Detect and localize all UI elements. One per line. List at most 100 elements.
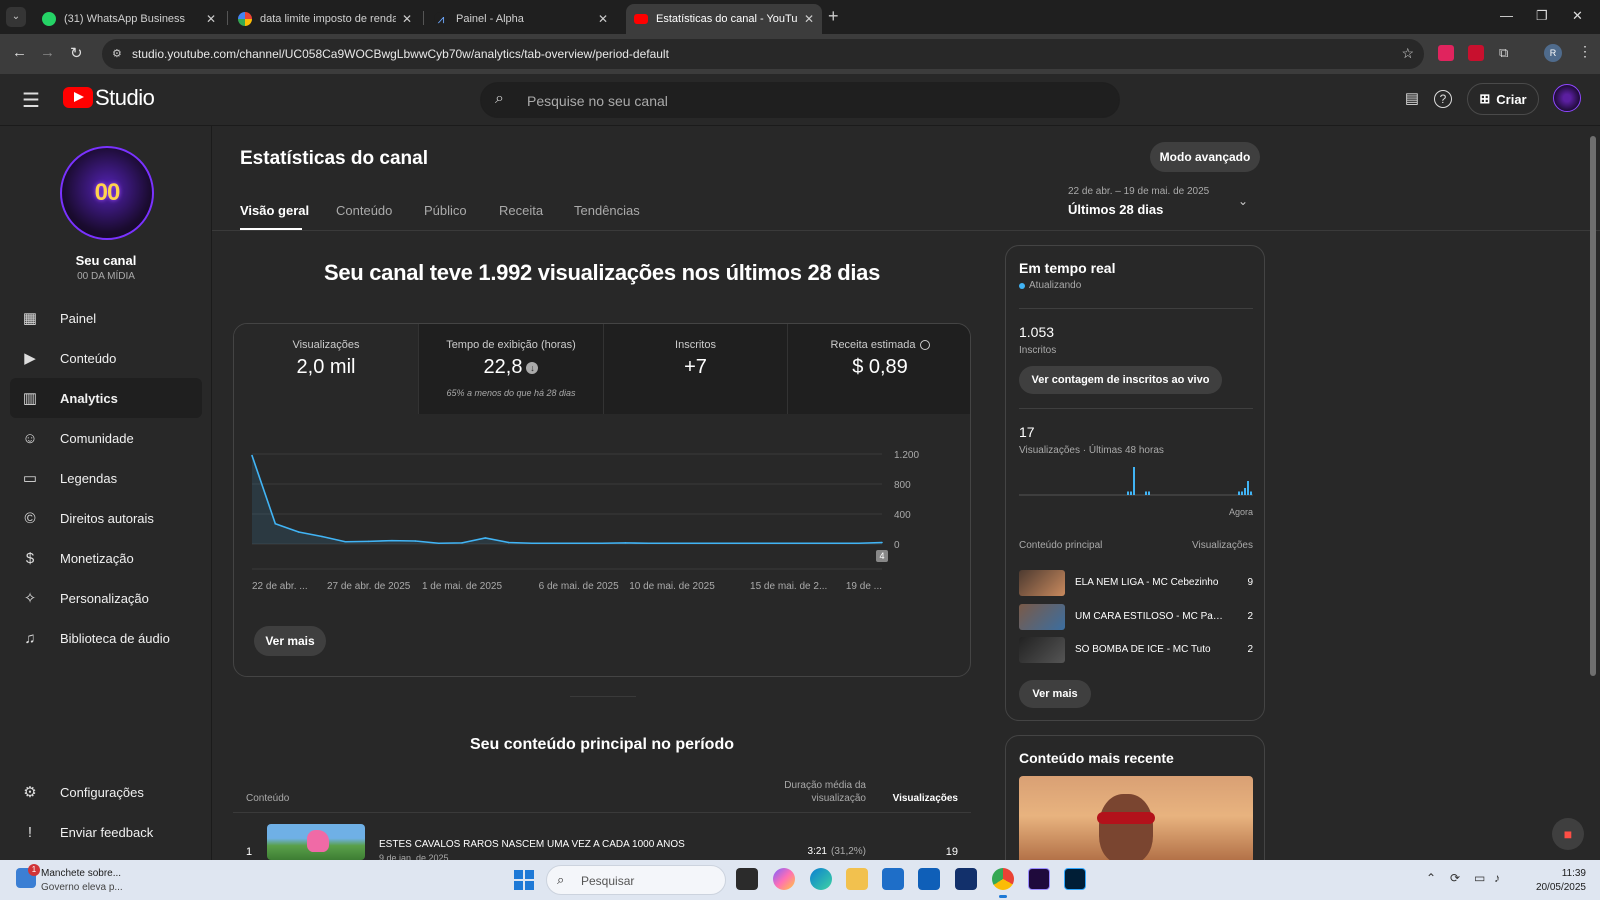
scrollbar-thumb[interactable] bbox=[1590, 136, 1596, 676]
video-title[interactable]: ESTES CAVALOS RAROS NASCEM UMA VEZ A CAD… bbox=[379, 839, 685, 850]
sidebar-item-conteudo[interactable]: ▶ Conteúdo bbox=[10, 338, 202, 378]
column-header-duration[interactable]: Duração média da visualização bbox=[752, 779, 866, 805]
file-explorer-icon[interactable] bbox=[846, 868, 868, 890]
search-icon: ⌕ bbox=[495, 90, 504, 107]
account-avatar[interactable] bbox=[1553, 84, 1581, 112]
page-scrollbar[interactable] bbox=[1590, 130, 1596, 858]
date-range-text[interactable]: 22 de abr. – 19 de mai. de 2025 bbox=[1068, 186, 1209, 197]
video-thumbnail[interactable] bbox=[267, 824, 365, 860]
reload-icon[interactable]: ↻ bbox=[70, 44, 83, 62]
overview-stats-card: Visualizações 2,0 mil Tempo de exibição … bbox=[233, 323, 971, 677]
profile-avatar[interactable]: R bbox=[1544, 44, 1562, 62]
back-icon[interactable]: ← bbox=[12, 44, 27, 61]
tray-chevron-icon[interactable]: ⌃ bbox=[1426, 871, 1436, 885]
news-subheadline[interactable]: Governo eleva p... bbox=[41, 882, 123, 893]
copilot-icon[interactable] bbox=[773, 868, 795, 890]
sidebar-item-painel[interactable]: ▦ Painel bbox=[10, 298, 202, 338]
taskbar-search[interactable]: ⌕ Pesquisar bbox=[546, 865, 726, 895]
extensions-puzzle-icon[interactable]: ⧉ bbox=[1499, 45, 1515, 61]
dollar-icon: $ bbox=[25, 549, 35, 567]
advanced-mode-button[interactable]: Modo avançado bbox=[1150, 142, 1260, 172]
outlook-icon[interactable] bbox=[918, 868, 940, 890]
browser-tab-whatsapp[interactable]: (31) WhatsApp Business ✕ bbox=[34, 4, 224, 34]
divider bbox=[1019, 408, 1253, 409]
sidebar-item-label: Painel bbox=[60, 310, 97, 326]
sync-icon[interactable]: ⟳ bbox=[1450, 871, 1460, 885]
tab-conteudo[interactable]: Conteúdo bbox=[336, 203, 392, 218]
news-headline[interactable]: Manchete sobre... bbox=[41, 868, 121, 879]
sidebar-item-configuracoes[interactable]: ⚙ Configurações bbox=[10, 772, 202, 812]
metric-views[interactable]: Visualizações 2,0 mil bbox=[234, 324, 419, 414]
realtime-list-item[interactable]: UM CARA ESTILOSO - MC Paiva 2 bbox=[1019, 604, 1253, 630]
sidebar-item-direitos-autorais[interactable]: © Direitos autorais bbox=[10, 498, 202, 538]
chrome-icon[interactable] bbox=[992, 868, 1014, 898]
chevron-down-icon[interactable]: ⌄ bbox=[1238, 194, 1248, 208]
extension-red-icon[interactable] bbox=[1438, 45, 1454, 61]
youtube-logo-icon[interactable] bbox=[63, 87, 93, 108]
volume-icon[interactable]: ♪ bbox=[1494, 871, 1500, 885]
browser-tab-google[interactable]: data limite imposto de renda 2025 ✕ bbox=[230, 4, 420, 34]
channel-avatar[interactable]: 00 bbox=[60, 146, 154, 240]
windows-start-icon[interactable] bbox=[514, 870, 534, 890]
address-bar[interactable]: ⚙ studio.youtube.com/channel/UC058Ca9WOC… bbox=[102, 39, 1424, 69]
studio-logo-text[interactable]: Studio bbox=[95, 85, 155, 111]
new-tab-button[interactable]: + bbox=[828, 6, 839, 27]
realtime-list-item[interactable]: SÓ BOMBA DE ICE - MC Tuto 2 bbox=[1019, 637, 1253, 663]
date-period-selector[interactable]: Últimos 28 dias bbox=[1068, 202, 1163, 217]
close-tab-icon[interactable]: ✕ bbox=[206, 12, 216, 26]
sidebar-item-comunidade[interactable]: ☺ Comunidade bbox=[10, 418, 202, 458]
realtime-see-more-button[interactable]: Ver mais bbox=[1019, 680, 1091, 708]
system-clock[interactable]: 11:39 20/05/2025 bbox=[1524, 867, 1586, 895]
store-icon[interactable] bbox=[882, 868, 904, 890]
close-window-icon[interactable]: ✕ bbox=[1572, 8, 1583, 24]
help-icon[interactable]: ? bbox=[1434, 90, 1452, 108]
metric-revenue[interactable]: Receita estimada $ 0,89 bbox=[788, 324, 970, 414]
sidebar-item-monetizacao[interactable]: $ Monetização bbox=[10, 538, 202, 578]
extension-bookmark-icon[interactable] bbox=[1468, 45, 1484, 61]
hamburger-menu-icon[interactable]: ☰ bbox=[22, 88, 40, 113]
bookmark-star-icon[interactable]: ☆ bbox=[1401, 45, 1414, 62]
metric-subscribers[interactable]: Inscritos +7 bbox=[604, 324, 788, 414]
tab-publico[interactable]: Público bbox=[424, 203, 467, 218]
close-tab-icon[interactable]: ✕ bbox=[598, 12, 608, 26]
headline: Seu canal teve 1.992 visualizações nos ú… bbox=[323, 260, 881, 285]
youtube-icon bbox=[634, 14, 648, 24]
network-icon[interactable]: ▭ bbox=[1474, 871, 1485, 885]
close-tab-icon[interactable]: ✕ bbox=[402, 12, 412, 26]
tab-search-menu[interactable]: ⌄ bbox=[6, 7, 26, 27]
create-button[interactable]: ⊞ Criar bbox=[1467, 83, 1539, 115]
floating-help-icon[interactable]: ■ bbox=[1552, 818, 1584, 850]
metric-watch-time[interactable]: Tempo de exibição (horas) 22,8 ↓ 65% a me… bbox=[419, 324, 604, 414]
alpha-app-icon[interactable] bbox=[955, 868, 977, 890]
realtime-list-item[interactable]: ELA NEM LIGA - MC Cebezinho 9 bbox=[1019, 570, 1253, 596]
channel-search[interactable]: ⌕ bbox=[480, 82, 1120, 118]
photoshop-icon[interactable] bbox=[1064, 868, 1086, 890]
messages-icon[interactable]: ▤ bbox=[1401, 88, 1423, 110]
sidebar-item-feedback[interactable]: ! Enviar feedback bbox=[10, 812, 202, 852]
browser-menu-icon[interactable]: ⋮ bbox=[1578, 43, 1592, 60]
column-header-views[interactable]: Visualizações bbox=[880, 793, 958, 804]
tab-tendencias[interactable]: Tendências bbox=[574, 203, 640, 218]
premiere-icon[interactable] bbox=[1028, 868, 1050, 890]
browser-tab-youtube-studio[interactable]: Estatísticas do canal - YouTube Studio ✕ bbox=[626, 4, 822, 34]
live-subscriber-count-button[interactable]: Ver contagem de inscritos ao vivo bbox=[1019, 366, 1222, 394]
see-more-button[interactable]: Ver mais bbox=[254, 626, 326, 656]
clock-time: 11:39 bbox=[1561, 868, 1586, 879]
sidebar-item-legendas[interactable]: ▭ Legendas bbox=[10, 458, 202, 498]
sidebar-item-analytics[interactable]: ▥ Analytics bbox=[10, 378, 202, 418]
minimize-icon[interactable]: — bbox=[1500, 8, 1513, 23]
task-view-icon[interactable] bbox=[736, 868, 758, 890]
search-input[interactable] bbox=[527, 91, 1087, 111]
forward-icon[interactable]: → bbox=[40, 44, 55, 61]
analytics-icon: ▥ bbox=[22, 390, 38, 407]
realtime-title: Em tempo real bbox=[1019, 260, 1116, 276]
sidebar-item-biblioteca-audio[interactable]: ♫ Biblioteca de áudio bbox=[10, 618, 202, 658]
close-tab-icon[interactable]: ✕ bbox=[804, 12, 814, 26]
browser-tab-alpha[interactable]: ⩘ Painel - Alpha ✕ bbox=[426, 4, 616, 34]
tab-receita[interactable]: Receita bbox=[499, 203, 543, 218]
restore-icon[interactable]: ❐ bbox=[1536, 8, 1548, 24]
site-info-icon[interactable]: ⚙ bbox=[112, 47, 122, 60]
tab-visao-geral[interactable]: Visão geral bbox=[240, 203, 309, 218]
edge-icon[interactable] bbox=[810, 868, 832, 890]
sidebar-item-personalizacao[interactable]: ✧ Personalização bbox=[10, 578, 202, 618]
